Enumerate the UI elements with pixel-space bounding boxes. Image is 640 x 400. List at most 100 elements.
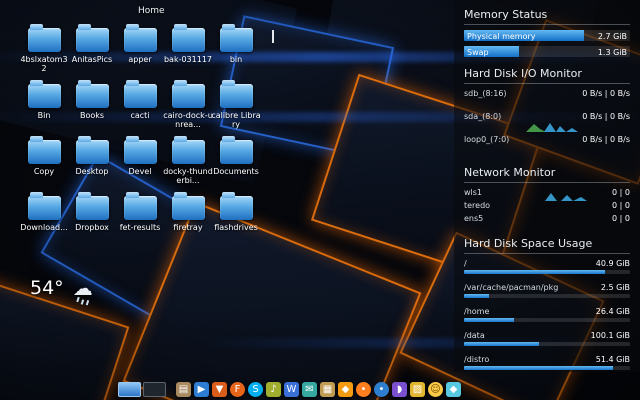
package-manager-icon[interactable]: ▦ xyxy=(320,382,335,397)
stat-label: loop0_(7:0) xyxy=(464,135,509,144)
desktop-icon-calibre-library[interactable]: calibre Library xyxy=(212,84,260,140)
desktop-icon-label: cacti xyxy=(115,111,165,120)
pager-desktop-2[interactable] xyxy=(143,382,166,397)
system-monitor-sections: Memory StatusPhysical memory2.7 GiBSwap1… xyxy=(464,7,630,370)
folder-icon xyxy=(76,140,109,164)
usage-label: / xyxy=(464,259,467,268)
desktop-icon-bin[interactable]: Bin xyxy=(20,84,68,140)
dock: ▤▶▼FS♪W✉▦◆••◗▨☺◆ xyxy=(118,382,461,397)
desktop-icon-label: cairo-dock-unrea... xyxy=(163,111,213,129)
desktop-icon-cacti[interactable]: cacti xyxy=(116,84,164,140)
dock-icons: ▤▶▼FS♪W✉▦◆••◗▨☺◆ xyxy=(176,382,461,397)
browser-blue-icon[interactable]: • xyxy=(374,382,389,397)
section-title: Network Monitor xyxy=(464,165,630,183)
system-monitor-panel: Memory StatusPhysical memory2.7 GiBSwap1… xyxy=(454,0,640,372)
meter-swap: Swap1.3 GiB xyxy=(464,46,630,57)
folder-icon xyxy=(28,84,61,108)
stat-value: 0 B/s | 0 B/s xyxy=(582,89,630,98)
meter-value: 1.3 GiB xyxy=(598,48,627,57)
desktop-icon-download[interactable]: Download... xyxy=(20,196,68,252)
desktop-icon-label: Desktop xyxy=(67,167,117,176)
desktop-icon-fet-results[interactable]: fet-results xyxy=(116,196,164,252)
usage-label: /var/cache/pacman/pkg xyxy=(464,283,558,292)
usage-home: /home26.4 GiB xyxy=(464,307,630,322)
desktop-icon-label: AnitasPics xyxy=(67,55,117,64)
desktop-icon-desktop[interactable]: Desktop xyxy=(68,140,116,196)
stat-value: 0 | 0 xyxy=(612,188,630,197)
downloader-icon[interactable]: ▼ xyxy=(212,382,227,397)
stat-value: 0 | 0 xyxy=(612,214,630,223)
desktop-icon-copy[interactable]: Copy xyxy=(20,140,68,196)
folder-icon xyxy=(220,84,253,108)
desktop-icon-bin[interactable]: bin xyxy=(212,28,260,84)
usage-bar xyxy=(464,366,630,370)
meter-label: Physical memory xyxy=(467,32,536,41)
desktop-icon-label: 4bslxatom32 xyxy=(19,55,69,73)
usage-line: /var/cache/pacman/pkg 2.5 GiB xyxy=(464,283,630,292)
usage-bar xyxy=(464,342,630,346)
usage-label: /home xyxy=(464,307,489,316)
folder-yellow-icon[interactable]: ▨ xyxy=(410,382,425,397)
desktop-icon-docky-thunderbi[interactable]: docky-thunderbi... xyxy=(164,140,212,196)
media-purple-icon[interactable]: ◗ xyxy=(392,382,407,397)
usage-fill-bar xyxy=(464,270,605,274)
cairo-dock-icon[interactable]: ◆ xyxy=(338,382,353,397)
meter-physical-memory: Physical memory2.7 GiB xyxy=(464,30,630,41)
usage-fill-bar xyxy=(464,294,489,298)
pager-desktop-1[interactable] xyxy=(118,382,141,397)
usage-value: 2.5 GiB xyxy=(601,283,630,292)
folder-icon xyxy=(220,196,253,220)
folder-icon xyxy=(124,28,157,52)
folder-icon xyxy=(172,84,205,108)
weather-widget[interactable]: 54° ☁ xyxy=(30,276,93,300)
desktop-icon-label: bak-031117 xyxy=(163,55,213,64)
usage-line: /home26.4 GiB xyxy=(464,307,630,316)
usage-line: /data100.1 GiB xyxy=(464,331,630,340)
usage-data: /data100.1 GiB xyxy=(464,331,630,346)
desktop-icon-anitaspics[interactable]: AnitasPics xyxy=(68,28,116,84)
stat-sda-8-0: sda_(8:0)0 B/s | 0 B/s xyxy=(464,112,630,133)
desktop-icon-books[interactable]: Books xyxy=(68,84,116,140)
desktop-icon-apper[interactable]: apper xyxy=(116,28,164,84)
usage-var-cache-pacman-pkg: /var/cache/pacman/pkg 2.5 GiB xyxy=(464,283,630,298)
skype-icon[interactable]: S xyxy=(248,382,263,397)
wine-icon[interactable]: W xyxy=(284,382,299,397)
folder-icon xyxy=(172,196,205,220)
mail-client-icon[interactable]: ✉ xyxy=(302,382,317,397)
desktop-icon-documents[interactable]: Documents xyxy=(212,140,260,196)
usage-value: 51.4 GiB xyxy=(596,355,630,364)
stat-wls1: wls10 | 0 xyxy=(464,188,630,201)
audio-player-icon[interactable]: ♪ xyxy=(266,382,281,397)
stat-ens5: ens50 | 0 xyxy=(464,214,630,227)
desktop-icon-flashdrives[interactable]: flashdrives xyxy=(212,196,260,252)
desktop-icon-4bslxatom32[interactable]: 4bslxatom32 xyxy=(20,28,68,84)
smiley-app-icon[interactable]: ☺ xyxy=(428,382,443,397)
usage-distro: /distro51.4 GiB xyxy=(464,355,630,370)
desktop-icon-dropbox[interactable]: Dropbox xyxy=(68,196,116,252)
desktop-icon-label: Books xyxy=(67,111,117,120)
sidebar-section-network-monitor: Network Monitorwls10 | 0teredo0 | 0ens50… xyxy=(464,165,630,227)
desktop-icon-label: Download... xyxy=(19,223,69,232)
desktop-icon-label: fet-results xyxy=(115,223,165,232)
usage-bar xyxy=(464,270,630,274)
media-player-icon[interactable]: ▶ xyxy=(194,382,209,397)
usage-bar xyxy=(464,318,630,322)
stat-label: sda_(8:0) xyxy=(464,112,501,121)
desktop-icon-cairo-dock-unrea[interactable]: cairo-dock-unrea... xyxy=(164,84,212,140)
gem-app-icon[interactable]: ◆ xyxy=(446,382,461,397)
section-title: Hard Disk Space Usage xyxy=(464,236,630,254)
folder-icon xyxy=(220,140,253,164)
desktop-icon-label: docky-thunderbi... xyxy=(163,167,213,185)
desktop-icon-devel[interactable]: Devel xyxy=(116,140,164,196)
desktop-icon-firetray[interactable]: firetray xyxy=(164,196,212,252)
usage-bar xyxy=(464,294,630,298)
file-cabinet-icon[interactable]: ▤ xyxy=(176,382,191,397)
browser-orange-icon[interactable]: • xyxy=(356,382,371,397)
desktop-icon-label: Documents xyxy=(211,167,261,176)
firefox-icon[interactable]: F xyxy=(230,382,245,397)
stat-label: sdb_(8:16) xyxy=(464,89,507,98)
folder-icon xyxy=(28,140,61,164)
desktop-icon-bak-031117[interactable]: bak-031117 xyxy=(164,28,212,84)
desktop-icon-label: bin xyxy=(211,55,261,64)
usage-line: /40.9 GiB xyxy=(464,259,630,268)
